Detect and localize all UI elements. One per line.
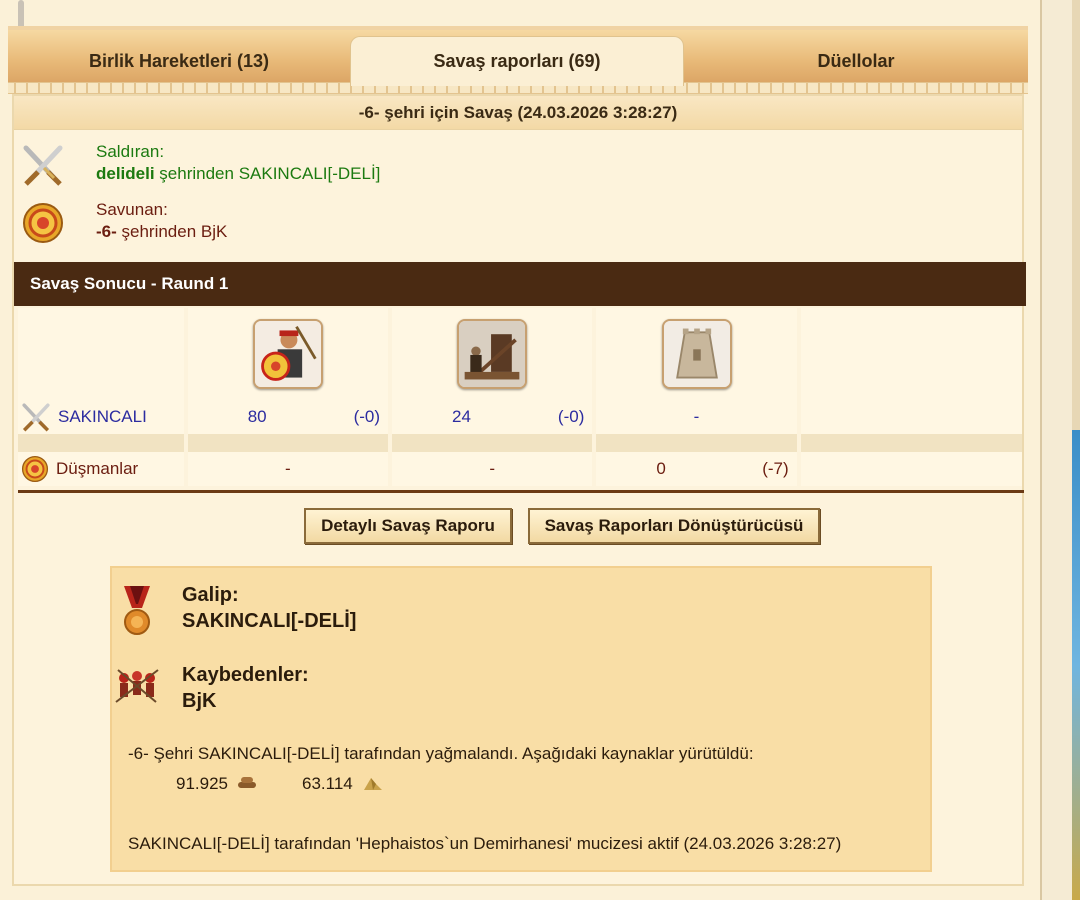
units-table: SAKINCALI 80 (-0) 24 (-0) - Düşmanlar - … [14,308,1026,486]
report-title: -6- şehri için Savaş (24.03.2026 3:28:27… [14,96,1022,130]
defeated-troops-icon [115,669,159,703]
winner-name[interactable]: SAKINCALI[-DELİ] [182,610,356,633]
defender-city[interactable]: -6- [96,222,117,241]
unit-count: 24 [452,407,471,426]
medal-icon [124,586,150,635]
attacker-player[interactable]: şehrinden SAKINCALI[-DELİ] [155,164,380,183]
shield-icon [21,455,49,483]
unit-count: 80 [247,407,267,426]
unit-count: - [693,407,700,426]
tab-battle-reports[interactable]: Savaş raporları (69) [350,36,684,86]
tab-duels[interactable]: Düellolar [684,36,1028,86]
defender-units-row: Düşmanlar - - 0 (-7) [18,452,1022,486]
miracle-text: SAKINCALI[-DELİ] tarafından 'Hephaistos`… [128,834,842,853]
attacker-name[interactable]: SAKINCALI [58,407,147,427]
unit-count: 0 [656,459,666,478]
attacker-units-row: SAKINCALI 80 (-0) 24 (-0) - [18,400,1022,434]
city-wall-icon[interactable] [661,319,732,389]
unit-loss: (-0) [557,407,585,426]
divider [18,490,1024,493]
defender-line: -6- şehrinden BjK [96,222,227,242]
unit-count: - [489,459,496,478]
hoplite-unit-icon[interactable] [252,319,323,389]
losers-name[interactable]: BjK [182,690,216,713]
defender-label: Savunan: [96,200,168,219]
defender-name: Düşmanlar [56,459,139,478]
report-converter-button[interactable]: Savaş Raporları Dönüştürücüsü [528,508,820,544]
tab-bar: Birlik Hareketleri (13) Savaş raporları … [8,26,1028,86]
wood-icon [238,777,256,788]
unit-images-row [18,308,1022,400]
catapult-unit-icon[interactable] [457,319,528,389]
shield-icon [23,203,63,243]
attacker-section: Saldıran: delideli şehrinden SAKINCALI[-… [14,138,1024,192]
loot-text: -6- Şehri SAKINCALI[-DELİ] tarafından ya… [128,744,754,763]
report-panel: -6- şehri için Savaş (24.03.2026 3:28:27… [12,94,1026,886]
resource-wood-amount: 91.925 [176,774,228,793]
attacker-label: Saldıran: [96,142,165,161]
crossed-swords-icon [23,145,63,186]
winner-label: Galip: [182,584,239,606]
unit-loss: (-0) [353,407,381,426]
unit-loss: (-7) [762,459,789,478]
battle-summary: Galip: SAKINCALI[-DELİ] Kaybedenler: BjK… [110,566,932,872]
unit-count: - [285,459,291,478]
tab-troop-movements[interactable]: Birlik Hareketleri (13) [8,36,350,86]
defender-section: Savunan: -6- şehrinden BjK [14,196,1024,250]
attacker-line: delideli şehrinden SAKINCALI[-DELİ] [96,164,380,184]
resource-stone-amount: 63.114 [302,774,353,793]
detailed-report-button[interactable]: Detaylı Savaş Raporu [304,508,512,544]
crossed-swords-icon [22,403,50,432]
battle-result-header: Savaş Sonucu - Raund 1 [14,262,1026,306]
defender-player[interactable]: şehrinden BjK [117,222,228,241]
report-window: Birlik Hareketleri (13) Savaş raporları … [8,26,1028,886]
attacker-city[interactable]: delideli [96,164,155,183]
right-edge-frame [1040,0,1080,900]
losers-label: Kaybedenler: [182,664,309,686]
stone-icon [364,778,382,790]
